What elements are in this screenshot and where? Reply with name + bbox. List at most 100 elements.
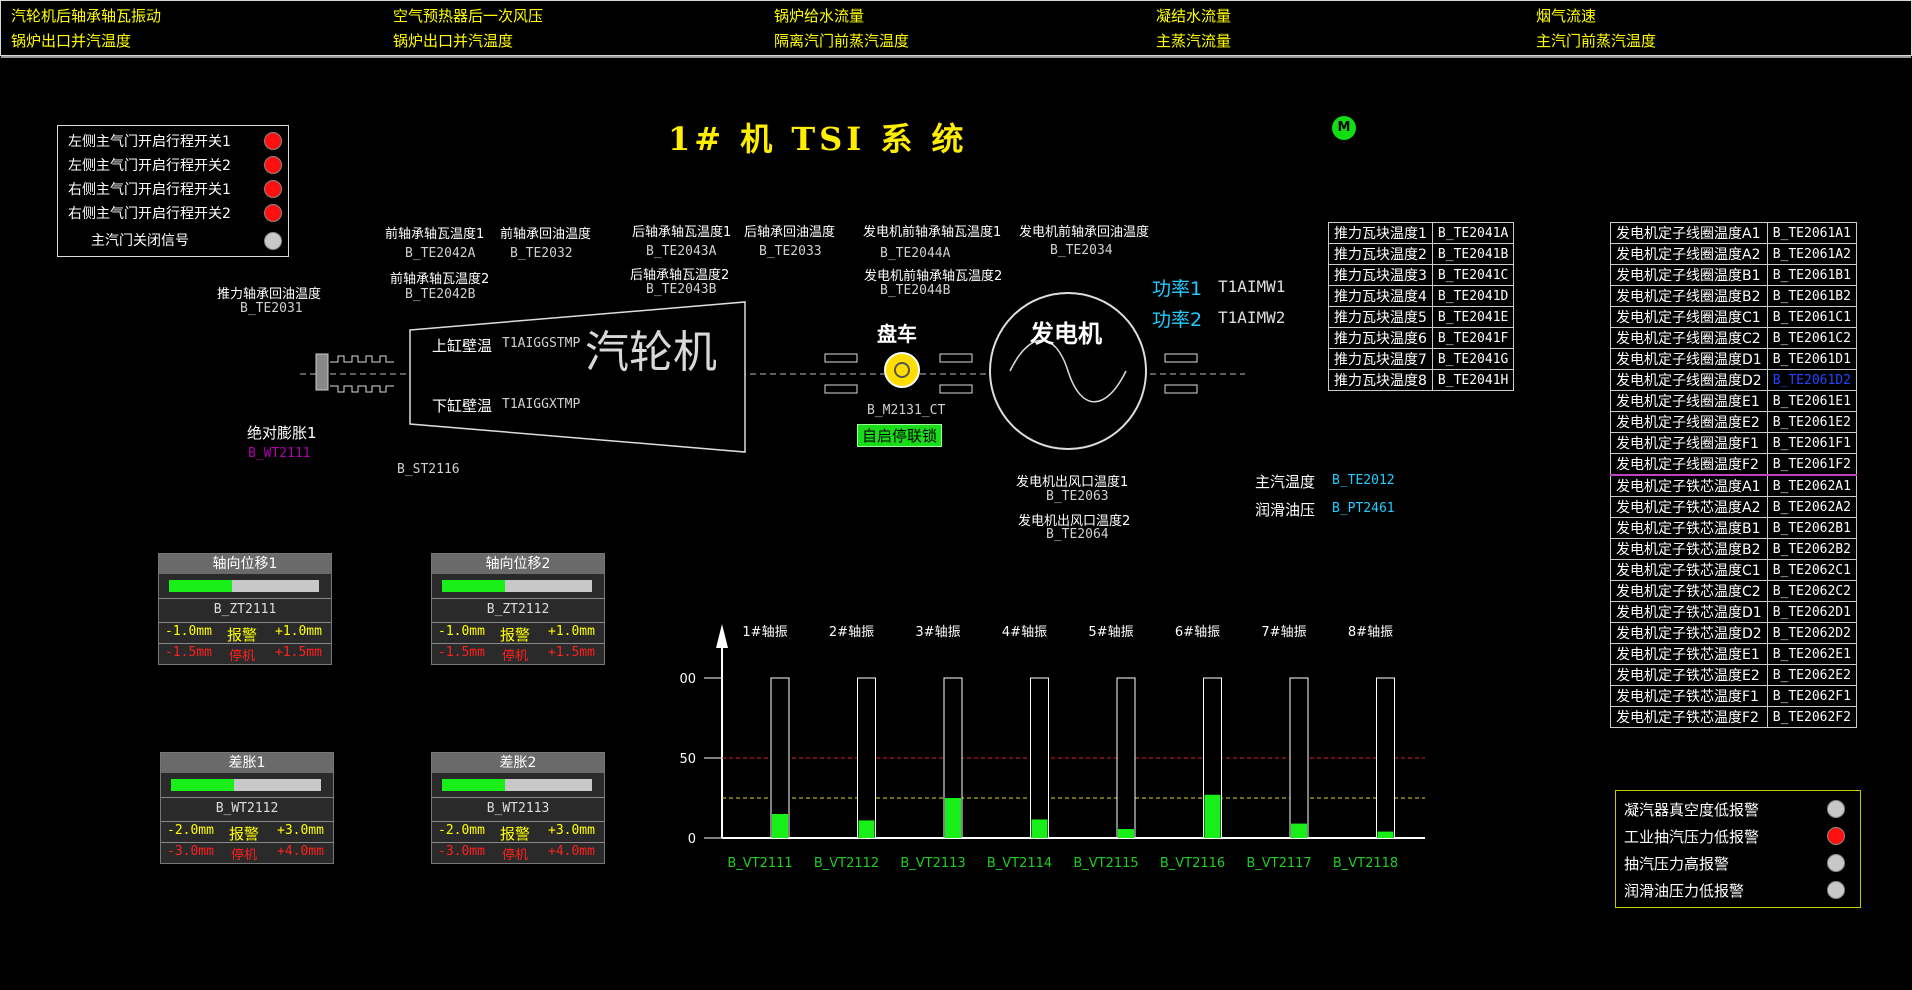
category-label: 2#轴振 <box>829 625 874 640</box>
vibration-bar <box>772 814 788 838</box>
table-row: 发电机定子线圈温度D1 B_TE2061D1 <box>1610 348 1857 370</box>
gauge-tag[interactable]: B_WT2113 <box>432 801 604 816</box>
vibration-chart: 0 250 500 1#轴振 B_VT2111 2#轴振 B_VT2112 3#轴振 B_VT2… <box>680 624 1425 871</box>
turbine-name: 汽轮机 <box>585 327 717 378</box>
point-tag[interactable]: B_TE2061B1 <box>1766 264 1857 286</box>
point-tag[interactable]: B_TE2062D2 <box>1766 622 1857 644</box>
table-row: 发电机定子铁芯温度D1 B_TE2062D1 <box>1610 601 1857 623</box>
point-tag[interactable]: B_TE2062B1 <box>1766 517 1857 539</box>
category-label: 5#轴振 <box>1088 625 1133 640</box>
point-tag[interactable]: B_TE2061E1 <box>1766 390 1857 412</box>
point-tag[interactable]: B_TE2061C2 <box>1766 327 1857 349</box>
point-tag[interactable]: B_TE2061E2 <box>1766 411 1857 433</box>
trip-label: 停机 <box>231 848 258 863</box>
point-tag[interactable]: B_TE2041E <box>1431 306 1515 328</box>
table-row: 推力瓦块温度8 B_TE2041H <box>1328 369 1515 391</box>
lube-oil-label: 润滑油压 <box>1255 501 1316 519</box>
alarm-panel: 凝汽器真空度低报警 工业抽汽压力低报警 抽汽压力高报警 润滑油压力低报警 <box>1615 790 1861 908</box>
turning-gear-label: 盘车 <box>877 322 917 346</box>
gauge-tag[interactable]: B_WT2112 <box>161 801 333 816</box>
point-tag[interactable]: B_TE2041C <box>1431 264 1515 286</box>
point-name: 发电机定子铁芯温度E2 <box>1610 664 1768 686</box>
point-name: 推力瓦块温度7 <box>1328 348 1433 370</box>
gauge-tag[interactable]: B_ZT2111 <box>159 602 331 617</box>
point-tag[interactable]: B_TE2041D <box>1431 285 1515 307</box>
power-tag[interactable]: T1AIMW1 <box>1218 277 1285 296</box>
gauge-title: 差胀2 <box>432 753 604 773</box>
vibration-tag: B_VT2111 <box>727 856 792 871</box>
trip-low: -1.5mm <box>165 645 212 660</box>
alarm-low: -1.0mm <box>165 624 212 639</box>
point-tag[interactable]: B_TE2062F1 <box>1766 685 1857 707</box>
table-row: 推力瓦块温度7 B_TE2041G <box>1328 348 1515 370</box>
point-tag[interactable]: B_TE2041G <box>1431 348 1515 370</box>
point-tag[interactable]: B_TE2061A2 <box>1766 243 1857 265</box>
status-lamp-icon <box>1827 827 1845 845</box>
point-name: 发电机定子铁芯温度C2 <box>1610 580 1768 602</box>
point-tag[interactable]: B_TE2041H <box>1431 369 1515 391</box>
point-name: 推力瓦块温度5 <box>1328 306 1433 328</box>
point-tag[interactable]: B_TE2062F2 <box>1766 706 1857 728</box>
point-tag[interactable]: B_TE2061D1 <box>1766 348 1857 370</box>
labyrinth-seal-top <box>330 355 394 363</box>
point-tag[interactable]: B_TE2061D2 <box>1766 369 1857 391</box>
point-tag[interactable]: B_TE2061B2 <box>1766 285 1857 307</box>
point-tag[interactable]: B_TE2041A <box>1431 222 1515 244</box>
point-name: 发电机定子线圈温度F2 <box>1610 453 1768 476</box>
point-tag[interactable]: B_TE2062C2 <box>1766 580 1857 602</box>
point-tag[interactable]: B_TE2062A2 <box>1766 496 1857 518</box>
point-tag[interactable]: B_TE2041F <box>1431 327 1515 349</box>
gauge-tag[interactable]: B_ZT2112 <box>432 602 604 617</box>
bar-frame <box>1376 677 1395 839</box>
gauge-panel[interactable]: 轴向位移2 B_ZT2112 -1.0mm 报警 +1.0mm -1.5mm 停… <box>431 553 605 665</box>
alarm-label: 报警 <box>500 825 531 843</box>
category-label: 8#轴振 <box>1348 625 1393 640</box>
table-row: 发电机定子线圈温度F1 B_TE2061F1 <box>1610 432 1857 454</box>
table-row: 发电机定子线圈温度A2 B_TE2061A2 <box>1610 243 1857 265</box>
point-tag[interactable]: B_TE2061C1 <box>1766 306 1857 328</box>
alarm-label: 工业抽汽压力低报警 <box>1624 828 1760 846</box>
vibration-bar <box>945 798 961 838</box>
alarm-low: -2.0mm <box>167 823 214 838</box>
power-tag[interactable]: T1AIMW2 <box>1218 308 1285 327</box>
stator-temp-table: 发电机定子线圈温度A1 B_TE2061A1 发电机定子线圈温度A2 B_TE2061… <box>1610 222 1857 728</box>
alarm-low: -1.0mm <box>438 624 485 639</box>
abs-expansion-tag[interactable]: B_WT2111 <box>248 446 311 461</box>
point-name: 发电机定子铁芯温度B1 <box>1610 517 1768 539</box>
point-tag[interactable]: B_TE2041B <box>1431 243 1515 265</box>
turning-gear-tag[interactable]: B_M2131_CT <box>867 403 945 418</box>
vibration-bar <box>1291 823 1307 838</box>
point-tag[interactable]: B_TE2061F1 <box>1766 432 1857 454</box>
point-tag[interactable]: B_TE2062E1 <box>1766 643 1857 665</box>
gauge-panel[interactable]: 差胀2 B_WT2113 -2.0mm 报警 +3.0mm -3.0mm 停机 … <box>431 752 605 864</box>
trip-label: 停机 <box>502 848 529 863</box>
point-tag[interactable]: B_TE2062D1 <box>1766 601 1857 623</box>
lower-wall-temp-tag[interactable]: T1AIGGXTMP <box>502 397 580 412</box>
table-row: 发电机定子线圈温度E2 B_TE2061E2 <box>1610 411 1857 433</box>
upper-wall-temp-tag[interactable]: T1AIGGSTMP <box>502 336 580 351</box>
point-name: 发电机定子铁芯温度C1 <box>1610 559 1768 581</box>
gen-outlet-tag[interactable]: B_TE2064 <box>1046 527 1109 542</box>
point-tag[interactable]: B_TE2062A1 <box>1766 474 1857 497</box>
lower-wall-temp-label: 下缸壁温 <box>432 397 493 415</box>
st-tag[interactable]: B_ST2116 <box>397 462 460 477</box>
gauge-panel[interactable]: 差胀1 B_WT2112 -2.0mm 报警 +3.0mm -3.0mm 停机 … <box>160 752 334 864</box>
point-tag[interactable]: B_TE2061F2 <box>1766 453 1857 476</box>
point-tag[interactable]: B_TE2062C1 <box>1766 559 1857 581</box>
vibration-tag: B_VT2113 <box>900 856 965 871</box>
point-tag[interactable]: B_TE2061A1 <box>1766 222 1857 244</box>
vibration-bar <box>1118 829 1134 838</box>
point-tag[interactable]: B_TE2062E2 <box>1766 664 1857 686</box>
interlock-button[interactable]: 自启停联锁 <box>857 424 943 447</box>
point-name: 推力瓦块温度8 <box>1328 369 1433 391</box>
main-steam-tag[interactable]: B_TE2012 <box>1332 473 1395 488</box>
lube-oil-tag[interactable]: B_PT2461 <box>1332 501 1395 516</box>
power-label: 功率2 <box>1152 309 1203 331</box>
main-steam-label: 主汽温度 <box>1255 473 1316 491</box>
point-name: 发电机定子线圈温度C2 <box>1610 327 1768 349</box>
bar-frame <box>1030 677 1049 839</box>
gen-outlet-tag[interactable]: B_TE2063 <box>1046 489 1109 504</box>
point-tag[interactable]: B_TE2062B2 <box>1766 538 1857 560</box>
alarm-label: 抽汽压力高报警 <box>1624 855 1730 873</box>
gauge-panel[interactable]: 轴向位移1 B_ZT2111 -1.0mm 报警 +1.0mm -1.5mm 停… <box>158 553 332 665</box>
